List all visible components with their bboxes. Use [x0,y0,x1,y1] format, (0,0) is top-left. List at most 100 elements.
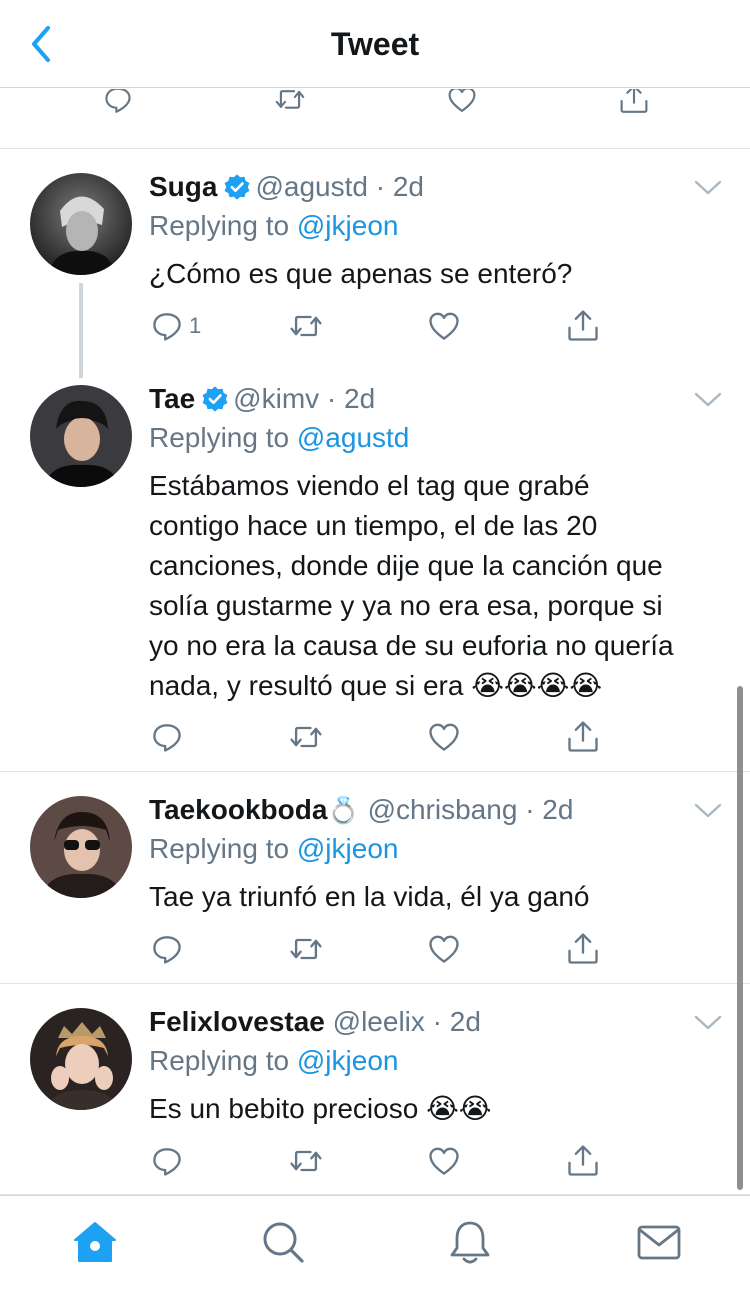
reply-icon[interactable] [96,89,140,123]
parent-tweet-actions [0,89,750,149]
like-icon [426,308,462,344]
messages-icon [637,1225,681,1260]
like-button[interactable] [426,1141,462,1181]
reply-icon [149,931,185,967]
reply-button[interactable] [149,717,185,757]
tweet-actions [0,717,750,757]
tab-home[interactable] [71,1218,119,1266]
reply-button[interactable]: 1 [149,306,201,346]
handle[interactable]: @chrisbang [368,794,518,825]
tweet-item[interactable]: Felixlovestae @leelix · 2d Replying to @… [0,985,750,1195]
handle[interactable]: @agustd [255,171,368,202]
top-bar: Tweet [0,0,750,88]
scrollbar[interactable] [737,686,743,1190]
replying-to: Replying to @jkjeon [149,210,399,241]
like-button[interactable] [426,929,462,969]
tweet-text: Estábamos viendo el tag que grabé contig… [149,466,729,706]
tweet-actions [0,929,750,969]
display-name[interactable]: Felixlovestae [149,1006,325,1037]
display-name[interactable]: Tae [149,383,195,414]
handle[interactable]: @leelix [333,1006,425,1037]
like-button[interactable] [426,717,462,757]
like-icon [426,719,462,755]
avatar[interactable] [30,796,132,898]
timestamp: · 2d [326,383,376,414]
timestamp: · 2d [375,171,424,202]
reply-button[interactable] [149,1141,185,1181]
tweet-text: Tae ya triunfó en la vida, él ya ganó [149,881,590,912]
retweet-button[interactable] [288,306,324,346]
tweet-item[interactable]: Tae @kimv · 2d Replying to @agustd Estába… [0,368,750,772]
page-title: Tweet [330,26,420,62]
tweet-item[interactable]: Suga @agustd · 2d Replying to @jkjeon ¿Có… [0,150,750,378]
like-icon[interactable] [440,89,484,123]
retweet-icon [288,931,324,967]
chevron-down-icon[interactable] [694,1014,722,1032]
replying-to: Replying to @jkjeon [149,1045,399,1076]
bottom-tab-bar [0,1195,750,1294]
tweet-actions [0,1141,750,1181]
avatar-image [30,173,132,275]
retweet-icon [288,1143,324,1179]
text-line: nada, y resultó que si era 😭😭😭😭 [149,670,603,701]
tweet-actions: 1 [0,306,750,346]
reply-icon [149,308,185,344]
tweet-item[interactable]: Taekookboda💍 @chrisbang · 2d Replying to… [0,773,750,984]
replying-to: Replying to @agustd [149,422,410,453]
retweet-icon [288,719,324,755]
handle[interactable]: @kimv [233,383,319,414]
tab-search[interactable] [259,1218,307,1266]
reply-icon [149,719,185,755]
thread-connector [79,368,83,378]
crying-emoji: 😭😭 [426,1093,492,1124]
share-button[interactable] [565,1141,601,1181]
share-icon [565,308,601,344]
reply-icon [149,1143,185,1179]
display-name[interactable]: Suga [149,171,217,202]
share-button[interactable] [565,717,601,757]
display-name[interactable]: Taekookboda [149,794,327,825]
avatar[interactable] [30,385,132,487]
replying-to: Replying to @jkjeon [149,833,399,864]
avatar[interactable] [30,173,132,275]
share-icon [565,1143,601,1179]
share-button[interactable] [565,306,601,346]
like-icon [426,931,462,967]
timestamp: · 2d [432,1006,481,1037]
reply-count: 1 [189,313,202,338]
like-icon [426,1143,462,1179]
avatar[interactable] [30,1008,132,1110]
tweet-text: Es un bebito precioso 😭😭 [149,1093,492,1124]
mention-link[interactable]: @jkjeon [297,1045,399,1076]
text-line: yo no era la causa de su euforia no quer… [149,630,674,661]
share-icon[interactable] [612,89,656,123]
text-line: canciones, donde dije que la canción que [149,550,663,581]
avatar-image [30,385,132,487]
retweet-icon[interactable] [268,89,312,123]
verified-badge-icon [223,173,251,201]
reply-button[interactable] [149,929,185,969]
tab-messages[interactable] [635,1218,683,1266]
retweet-button[interactable] [288,1141,324,1181]
text-line: solía gustarme y ya no era esa, porque s… [149,590,663,621]
avatar-image [30,796,132,898]
avatar-image [30,1008,132,1110]
text-line: contigo hace un tiempo, el de las 20 [149,510,598,541]
retweet-button[interactable] [288,929,324,969]
chevron-down-icon[interactable] [694,802,722,820]
chevron-down-icon[interactable] [694,179,722,197]
retweet-icon [288,308,324,344]
text-line: Estábamos viendo el tag que grabé [149,470,590,501]
mention-link[interactable]: @jkjeon [297,833,399,864]
mention-link[interactable]: @agustd [297,422,410,453]
like-button[interactable] [426,306,462,346]
notifications-icon [450,1221,490,1264]
tab-notifications[interactable] [446,1218,494,1266]
retweet-button[interactable] [288,717,324,757]
mention-link[interactable]: @jkjeon [297,210,399,241]
chevron-down-icon[interactable] [694,391,722,409]
search-icon [263,1222,304,1263]
share-icon [565,719,601,755]
home-icon [74,1222,116,1262]
share-button[interactable] [565,929,601,969]
